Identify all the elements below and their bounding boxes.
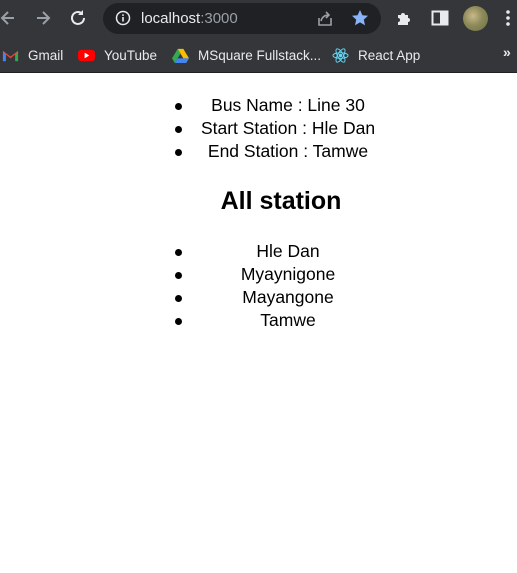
bullet-icon xyxy=(175,149,182,156)
bullet-icon xyxy=(175,272,182,279)
react-icon xyxy=(332,47,349,63)
list-item: End Station : Tamwe xyxy=(174,140,388,163)
bookmark-label: MSquare Fullstack... xyxy=(198,47,322,63)
station-name: Mayangone xyxy=(242,287,334,307)
station-name: Tamwe xyxy=(260,310,316,330)
all-station-heading: All station xyxy=(220,187,342,215)
site-info-icon[interactable] xyxy=(115,10,131,26)
bullet-icon xyxy=(175,249,182,256)
url-host: localhost xyxy=(141,10,201,27)
bookmark-label: Gmail xyxy=(28,47,64,63)
forward-arrow-icon xyxy=(37,11,51,25)
bookmark-label: React App xyxy=(358,47,421,63)
bus-name: Bus Name : Line 30 xyxy=(211,95,365,115)
bus-info-list: Bus Name : Line 30 Start Station : Hle D… xyxy=(174,94,388,163)
bullet-icon xyxy=(175,126,182,133)
bullet-icon xyxy=(175,103,182,110)
google-drive-icon xyxy=(172,48,189,63)
list-item: Myaynigone xyxy=(174,263,388,286)
menu-kebab-icon[interactable] xyxy=(503,8,513,28)
reload-button[interactable] xyxy=(66,6,90,30)
end-station: End Station : Tamwe xyxy=(207,141,369,161)
address-bar[interactable]: localhost:3000 xyxy=(103,3,381,34)
list-item: Hle Dan xyxy=(174,240,388,263)
start-station: Start Station : Hle Dan xyxy=(200,118,376,138)
side-panel-icon[interactable] xyxy=(430,8,450,28)
profile-avatar[interactable] xyxy=(463,6,488,31)
list-item: Bus Name : Line 30 xyxy=(174,94,388,117)
list-item: Start Station : Hle Dan xyxy=(174,117,388,140)
station-list: Hle Dan Myaynigone Mayangone Tamwe xyxy=(174,240,388,332)
bullet-icon xyxy=(175,318,182,325)
bullet-icon xyxy=(175,295,182,302)
share-icon[interactable] xyxy=(315,9,335,29)
station-name: Myaynigone xyxy=(240,264,336,284)
bookmark-label: YouTube xyxy=(104,47,158,63)
bookmark-react-app[interactable]: React App xyxy=(332,45,420,65)
bookmarks-bar: Gmail YouTube MSquare Fullstack... React… xyxy=(0,37,517,73)
back-button[interactable] xyxy=(0,6,20,30)
list-item: Mayangone xyxy=(174,286,388,309)
youtube-icon xyxy=(78,49,95,61)
url-port: :3000 xyxy=(200,10,238,27)
bookmark-msquare[interactable]: MSquare Fullstack... xyxy=(172,45,321,65)
gmail-icon xyxy=(2,50,19,61)
back-arrow-icon xyxy=(0,11,14,25)
forward-button[interactable] xyxy=(31,6,55,30)
bookmark-gmail[interactable]: Gmail xyxy=(2,45,63,65)
bookmark-youtube[interactable]: YouTube xyxy=(78,45,157,65)
page-content: Bus Name : Line 30 Start Station : Hle D… xyxy=(0,73,517,573)
url-text: localhost:3000 xyxy=(141,10,238,27)
list-item: Tamwe xyxy=(174,309,388,332)
extensions-puzzle-icon[interactable] xyxy=(395,8,415,28)
station-name: Hle Dan xyxy=(256,241,320,261)
more-bookmarks-button[interactable]: » xyxy=(503,44,511,60)
browser-toolbar: localhost:3000 xyxy=(0,0,517,37)
bookmark-star-icon[interactable] xyxy=(350,8,370,28)
reload-icon xyxy=(71,10,85,25)
